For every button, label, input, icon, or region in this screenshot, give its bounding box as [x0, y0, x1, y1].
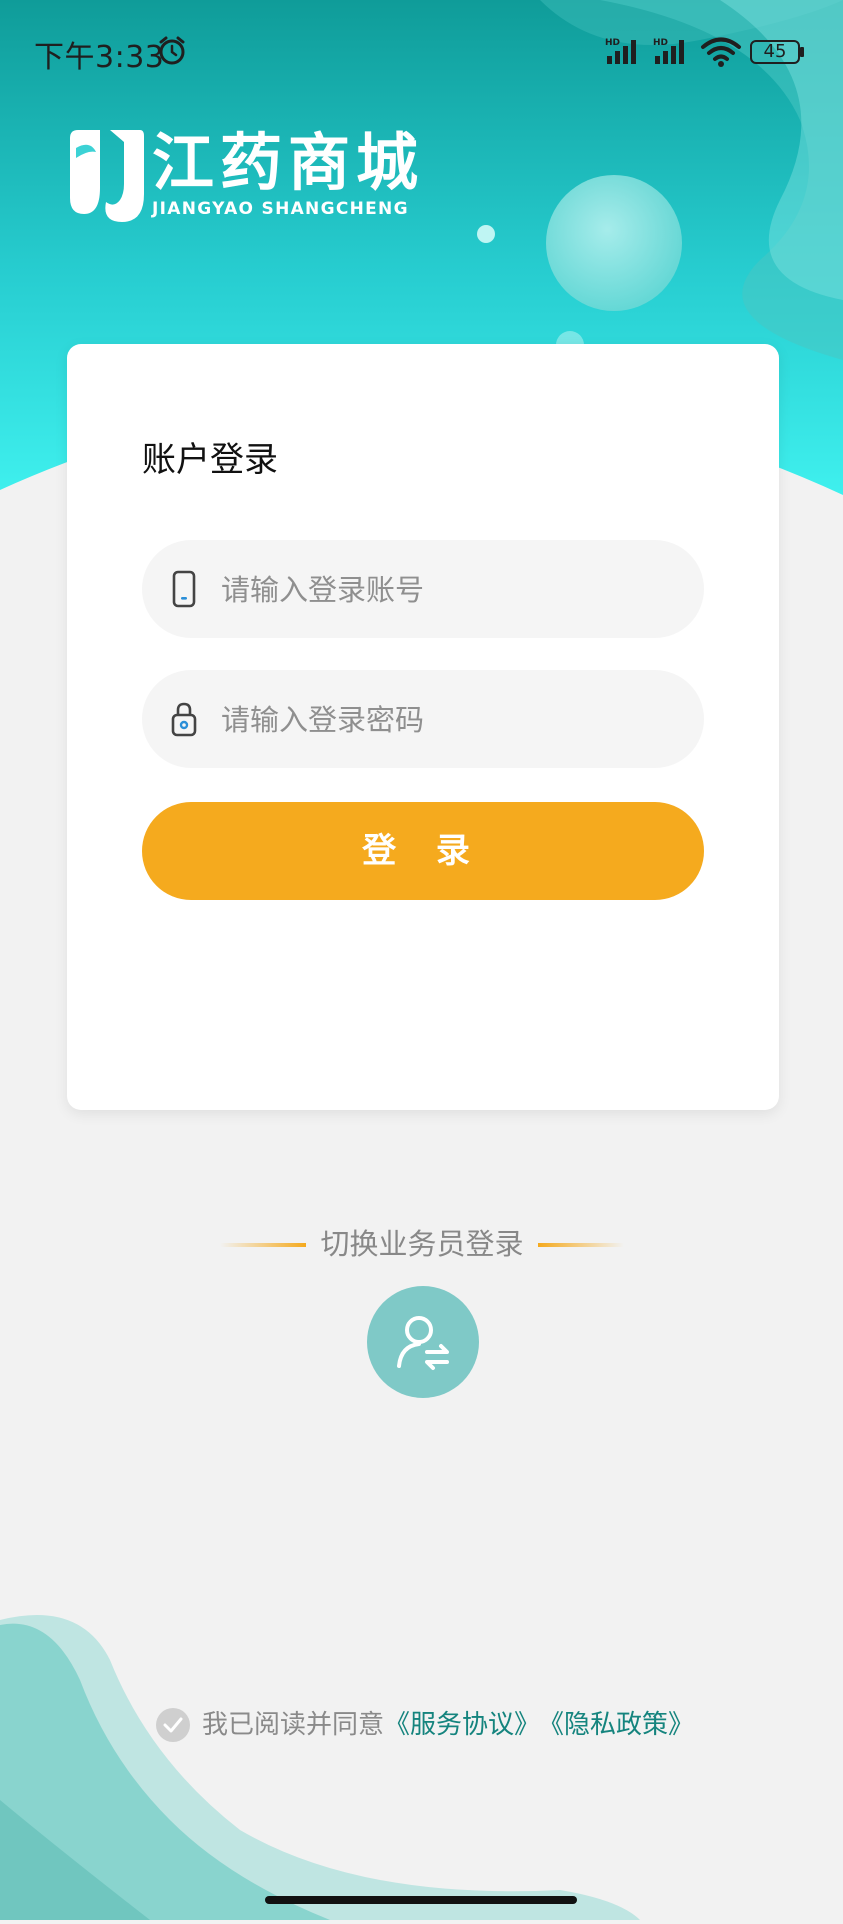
password-input[interactable] — [219, 670, 683, 770]
switch-login-label[interactable]: 切换业务员登录 — [306, 1222, 538, 1266]
account-input[interactable] — [219, 540, 683, 640]
battery-level: 45 — [763, 41, 787, 62]
home-indicator[interactable] — [265, 1896, 577, 1904]
brand-logo-icon — [70, 130, 144, 222]
status-bar: 下午3:33 HD HD 45 — [0, 0, 843, 100]
login-card-title: 账户登录 — [142, 440, 278, 480]
signal-hd-label: HD — [605, 38, 620, 48]
agreement-checkbox[interactable] — [156, 1708, 190, 1742]
bottom-wave-decoration — [0, 1600, 843, 1920]
account-field[interactable] — [142, 540, 704, 640]
alarm-icon — [159, 36, 185, 65]
wifi-icon — [701, 37, 741, 67]
password-field[interactable] — [142, 670, 704, 770]
signal-hd-label: HD — [653, 38, 668, 48]
login-card: 账户登录 登 录 — [67, 344, 779, 1110]
signal-icon: HD — [605, 38, 636, 64]
phone-icon — [172, 570, 196, 608]
check-icon — [163, 1717, 183, 1733]
login-button[interactable]: 登 录 — [142, 802, 704, 900]
divider-line — [220, 1243, 306, 1247]
divider-line — [538, 1243, 624, 1247]
lock-icon — [171, 702, 197, 737]
agreement-text: 我已阅读并同意 — [202, 1710, 385, 1740]
brand-name: 江药商城 — [152, 126, 425, 199]
switch-login-button[interactable] — [367, 1286, 479, 1398]
brand-name-en: JIANGYAO SHANGCHENG — [152, 199, 409, 219]
service-agreement-link[interactable]: 《服务协议》 — [384, 1708, 540, 1742]
signal-icon: HD — [653, 38, 684, 64]
status-time: 下午3:33 — [34, 40, 165, 75]
battery-icon: 45 — [750, 40, 804, 64]
privacy-policy-link[interactable]: 《隐私政策》 — [538, 1708, 694, 1742]
user-switch-icon — [397, 1316, 449, 1370]
switch-login-row: 切换业务员登录 — [0, 1222, 843, 1270]
